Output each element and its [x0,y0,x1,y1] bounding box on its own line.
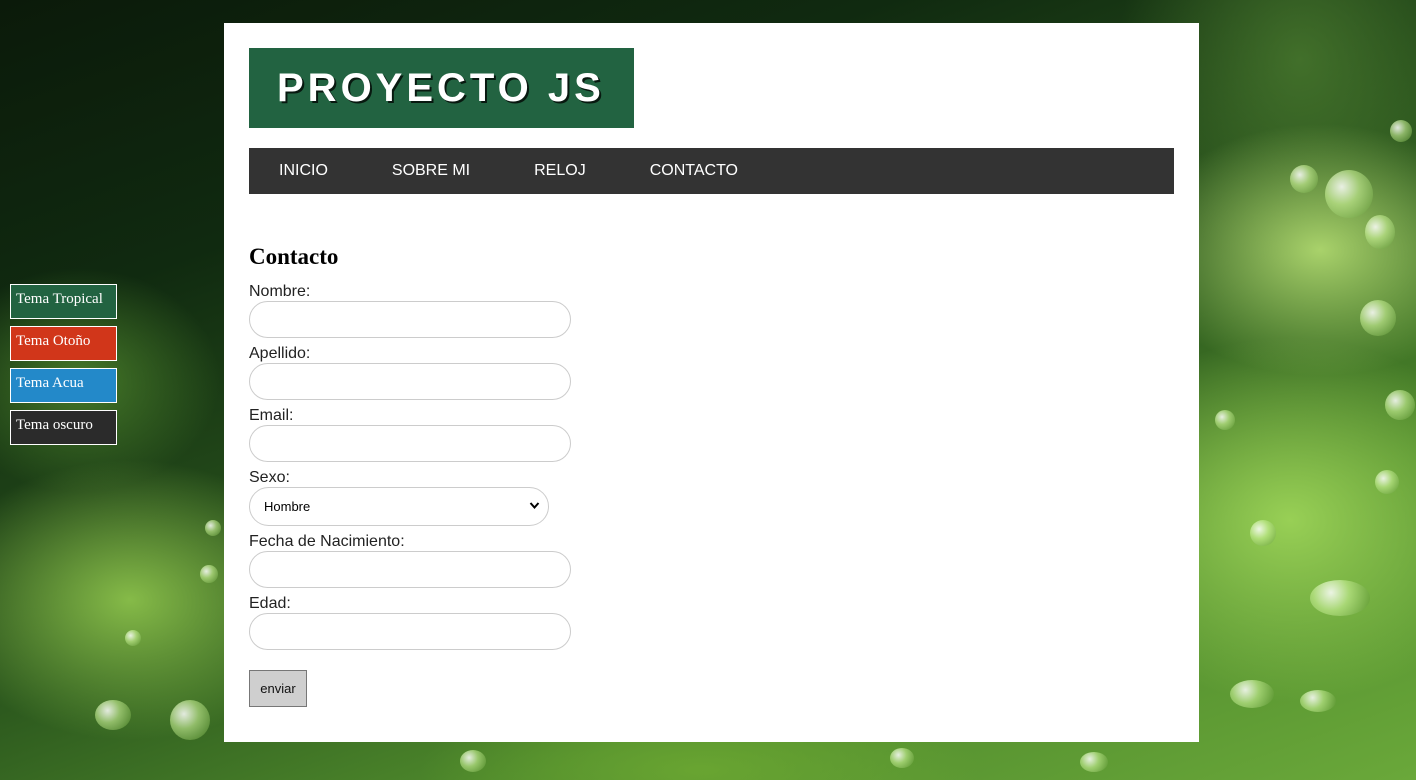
sexo-label: Sexo: [249,469,290,486]
edad-input[interactable] [249,613,571,650]
nav-item-reloj[interactable]: RELOJ [534,162,586,180]
sexo-select[interactable]: Hombre [249,487,549,526]
main-nav: INICIO SOBRE MI RELOJ CONTACTO [249,148,1174,194]
contact-section: Contacto Nombre: Apellido: Email: Sexo: … [249,243,849,707]
site-logo[interactable]: PROYECTO JS [249,48,634,128]
nav-item-inicio[interactable]: INICIO [279,162,328,180]
nombre-label: Nombre: [249,283,311,300]
theme-otono-button[interactable]: Tema Otoño [10,326,117,361]
email-input[interactable] [249,425,571,462]
nav-item-sobre-mi[interactable]: SOBRE MI [392,162,470,180]
edad-label: Edad: [249,595,291,612]
nav-item-contacto[interactable]: CONTACTO [650,162,738,180]
theme-acua-button[interactable]: Tema Acua [10,368,117,403]
theme-switcher: Tema Tropical Tema Otoño Tema Acua Tema … [10,284,117,452]
page-container: PROYECTO JS INICIO SOBRE MI RELOJ CONTAC… [224,23,1199,742]
page-title: Contacto [249,244,339,269]
apellido-label: Apellido: [249,345,311,362]
theme-oscuro-button[interactable]: Tema oscuro [10,410,117,445]
apellido-input[interactable] [249,363,571,400]
email-label: Email: [249,407,294,424]
nombre-input[interactable] [249,301,571,338]
fecha-nacimiento-input[interactable] [249,551,571,588]
fecha-nacimiento-label: Fecha de Nacimiento: [249,533,405,550]
chevron-down-icon [529,488,540,541]
sexo-selected-value: Hombre [264,499,311,514]
theme-tropical-button[interactable]: Tema Tropical [10,284,117,319]
submit-button[interactable]: enviar [249,670,307,707]
